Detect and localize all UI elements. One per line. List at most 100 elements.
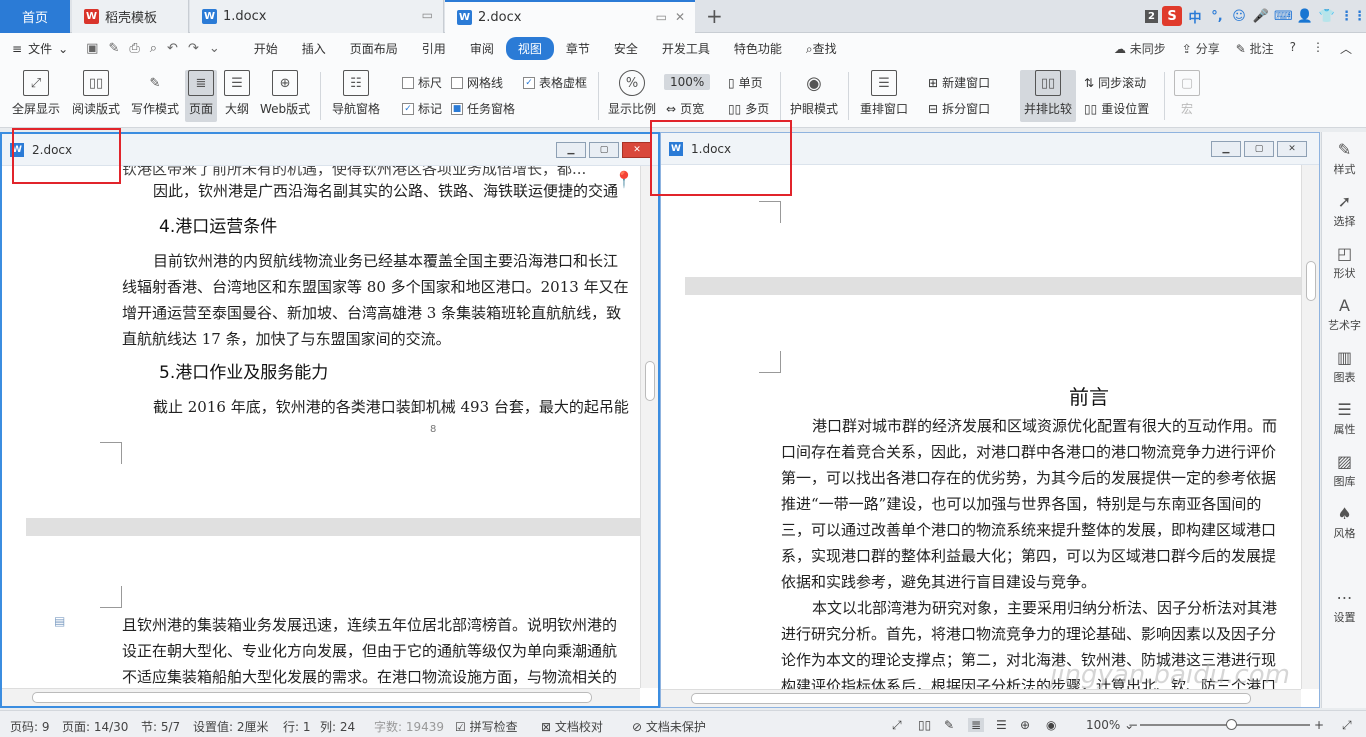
tab-template[interactable]: W 稻壳模板 <box>72 0 189 33</box>
expand-icon[interactable]: ⤢ <box>1342 718 1352 733</box>
menu-developer[interactable]: 开发工具 <box>650 37 722 60</box>
taskpane-checkbox[interactable]: ■ 任务窗格 <box>451 100 515 117</box>
horizontal-scrollbar[interactable] <box>661 689 1301 707</box>
share-button[interactable]: ⇪ 分享 <box>1182 40 1220 57</box>
menu-layout[interactable]: 页面布局 <box>338 37 410 60</box>
sidebar-item-chart[interactable]: ▥ 图表 <box>1322 348 1366 385</box>
redo-icon[interactable]: ↷ <box>188 41 199 56</box>
reading-mode-icon[interactable]: ▯▯ <box>918 718 931 732</box>
menu-review[interactable]: 审阅 <box>458 37 506 60</box>
sidebar-item-style[interactable]: ✎ 样式 <box>1322 140 1366 177</box>
skin-icon[interactable]: 👕 <box>1318 9 1336 24</box>
sidebar-item-select[interactable]: ➚ 选择 <box>1322 192 1366 229</box>
status-words[interactable]: 字数: 19439 <box>374 718 444 735</box>
print-preview-icon[interactable]: ⌕ <box>150 41 157 56</box>
format-painter-icon[interactable]: ✎ <box>108 41 119 56</box>
collapse-ribbon-icon[interactable]: ︿ <box>1340 40 1352 57</box>
writing-mode-icon[interactable]: ✎ <box>944 718 954 732</box>
fullscreen-mode-icon[interactable]: ⤢ <box>892 718 902 733</box>
zoom-in-button[interactable]: + <box>1314 718 1324 732</box>
ruler-checkbox[interactable]: 标尺 <box>402 74 442 91</box>
sidebar-item-gallery[interactable]: ▨ 图库 <box>1322 452 1366 489</box>
sync-scroll-button[interactable]: ⇅ 同步滚动 <box>1084 74 1146 91</box>
multi-page-button[interactable]: ▯▯ 多页 <box>728 100 769 117</box>
save-icon[interactable]: ▣ <box>86 41 98 56</box>
reading-button[interactable]: ▯▯ 阅读版式 <box>72 70 120 117</box>
close-button[interactable]: ✕ <box>1277 141 1307 157</box>
menu-chapter[interactable]: 章节 <box>554 37 602 60</box>
scrollbar-thumb[interactable] <box>645 361 655 401</box>
monitor-icon[interactable]: ▭ <box>422 8 433 22</box>
reset-position-button[interactable]: ▯▯ 重设位置 <box>1084 100 1149 117</box>
file-menu[interactable]: ≡ 文件 ⌄ <box>12 40 68 57</box>
spell-check-button[interactable]: ☑ 拼写检查 <box>455 718 518 735</box>
undo-icon[interactable]: ↶ <box>167 41 178 56</box>
proofread-button[interactable]: ⊠ 文档校对 <box>541 718 603 735</box>
minimize-button[interactable]: ▁ <box>556 142 586 158</box>
zoom-slider-knob[interactable] <box>1226 719 1237 730</box>
side-by-side-button[interactable]: ▯▯ 并排比较 <box>1020 70 1077 122</box>
maximize-button[interactable]: ▢ <box>1244 141 1274 157</box>
split-window-button[interactable]: ⊟ 拆分窗口 <box>928 100 990 117</box>
new-window-button[interactable]: ⊞ 新建窗口 <box>928 74 990 91</box>
outline-button[interactable]: ☰ 大纲 <box>224 70 250 117</box>
emoji-icon[interactable]: ☺ <box>1230 9 1248 24</box>
monitor-icon[interactable]: ▭ <box>656 10 667 24</box>
menu-start[interactable]: 开始 <box>242 37 290 60</box>
macro-button[interactable]: ▢ 宏 <box>1174 70 1200 117</box>
tableline-checkbox[interactable]: ✓ 表格虚框 <box>523 74 587 91</box>
outline-mode-icon[interactable]: ☰ <box>996 718 1007 732</box>
menu-view[interactable]: 视图 <box>505 37 554 60</box>
sidebar-item-theme[interactable]: ♠ 风格 <box>1322 504 1366 541</box>
zoom-out-button[interactable]: − <box>1128 718 1138 732</box>
single-page-button[interactable]: ▯ 单页 <box>728 74 763 91</box>
status-pageno[interactable]: 页码: 9 <box>10 718 50 735</box>
gridline-checkbox[interactable]: 网格线 <box>451 74 503 91</box>
eye-mode-icon[interactable]: ◉ <box>1046 718 1056 732</box>
maximize-button[interactable]: ▢ <box>589 142 619 158</box>
comment-button[interactable]: ✎ 批注 <box>1236 40 1274 57</box>
grid-menu-icon[interactable]: ⋮⋮ <box>1340 9 1366 24</box>
sidebar-item-settings[interactable]: ⋯ 设置 <box>1322 588 1366 625</box>
writing-button[interactable]: ✎ 写作模式 <box>131 70 179 117</box>
scrollbar-thumb[interactable] <box>32 692 592 703</box>
zoom-slider[interactable] <box>1140 719 1310 730</box>
status-pages[interactable]: 页面: 14/30 <box>62 718 128 735</box>
punct-icon[interactable]: °, <box>1208 9 1226 24</box>
page-mode-icon[interactable]: ≣ <box>968 718 985 732</box>
sync-button[interactable]: ☁ 未同步 <box>1114 40 1166 57</box>
status-setting[interactable]: 设置值: 2厘米 <box>193 718 269 735</box>
help-button[interactable]: ? <box>1290 40 1296 57</box>
menu-special[interactable]: 特色功能 <box>722 37 794 60</box>
menu-search[interactable]: ⌕查找 <box>794 37 849 60</box>
menu-reference[interactable]: 引用 <box>410 37 458 60</box>
web-mode-icon[interactable]: ⊕ <box>1020 718 1030 732</box>
tab-home[interactable]: 首页 <box>0 0 70 33</box>
menu-insert[interactable]: 插入 <box>290 37 338 60</box>
status-row[interactable]: 行: 1 <box>283 718 311 735</box>
sogou-icon[interactable]: S <box>1162 6 1182 26</box>
minimize-button[interactable]: ▁ <box>1211 141 1241 157</box>
keyboard-icon[interactable]: ⌨ <box>1274 9 1293 24</box>
sidebar-item-properties[interactable]: ☰ 属性 <box>1322 400 1366 437</box>
sidebar-item-wordart[interactable]: A 艺术字 <box>1322 296 1366 333</box>
chevron-down-icon[interactable]: ⌄ <box>209 41 220 56</box>
location-pin-icon[interactable]: 📍 <box>614 170 634 189</box>
add-tab-button[interactable]: + <box>706 4 723 28</box>
tab-doc2[interactable]: W 2.docx ▭ ✕ <box>445 0 695 33</box>
paragraph-icon[interactable]: ▤ <box>54 614 65 628</box>
close-button[interactable]: ✕ <box>622 142 652 158</box>
ime-zh-icon[interactable]: 中 <box>1186 7 1204 26</box>
sidebar-item-shape[interactable]: ◰ 形状 <box>1322 244 1366 281</box>
vertical-scrollbar[interactable] <box>1301 165 1319 689</box>
zoom-100-button[interactable]: 100% <box>664 74 711 90</box>
status-col[interactable]: 列: 24 <box>320 718 355 735</box>
zoom-level[interactable]: 100% ⌄ <box>1086 718 1134 732</box>
nav-pane-button[interactable]: ☷ 导航窗格 <box>332 70 380 117</box>
web-layout-button[interactable]: ⊕ Web版式 <box>260 70 310 117</box>
mark-checkbox[interactable]: ✓ 标记 <box>402 100 442 117</box>
mic-icon[interactable]: 🎤 <box>1252 9 1270 24</box>
scrollbar-thumb[interactable] <box>691 693 1251 704</box>
protect-button[interactable]: ⊘ 文档未保护 <box>632 718 706 735</box>
eye-mode-button[interactable]: ◉ 护眼模式 <box>790 70 838 117</box>
